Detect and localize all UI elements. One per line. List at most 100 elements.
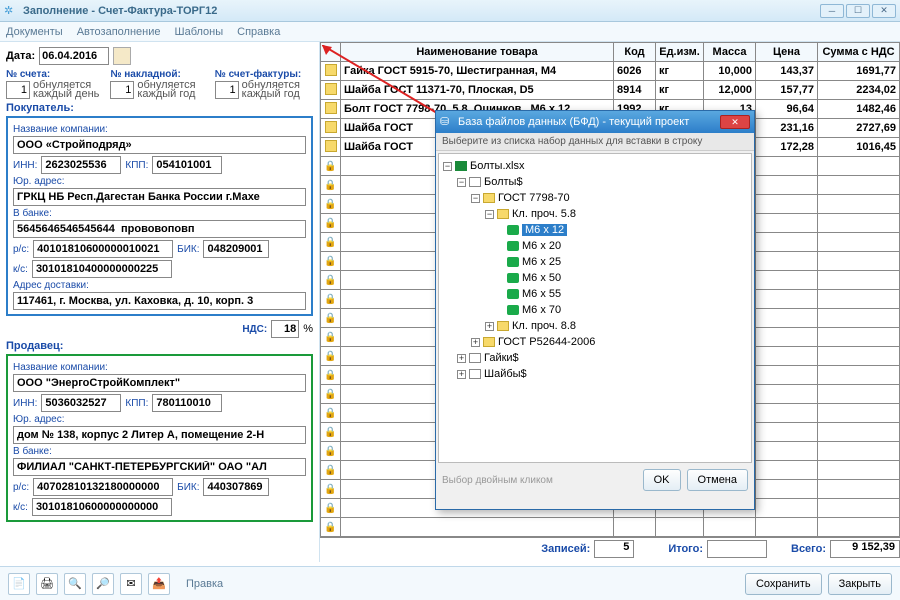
- dialog-tree[interactable]: −Болты.xlsx −Болты$ −ГОСТ 7798-70 −Кл. п…: [438, 153, 752, 463]
- menubar: Документы Автозаполнение Шаблоны Справка: [0, 22, 900, 42]
- table-row[interactable]: Шайба ГОСТ 11371-70, Плоская, D58914кг12…: [321, 81, 900, 100]
- tree-item[interactable]: М6 х 25: [443, 254, 747, 270]
- lock-icon: 🔒: [324, 237, 336, 248]
- col-mass[interactable]: Масса: [704, 43, 756, 62]
- tree-item[interactable]: М6 х 55: [443, 286, 747, 302]
- tool-mail-icon[interactable]: ✉: [120, 573, 142, 595]
- lock-icon: 🔒: [324, 218, 336, 229]
- pravka-link[interactable]: Правка: [186, 578, 223, 590]
- titlebar: ✲ Заполнение - Счет-Фактура-ТОРГ12 ─ ☐ ✕: [0, 0, 900, 22]
- lock-icon: 🔒: [324, 199, 336, 210]
- edit-icon[interactable]: [325, 102, 337, 114]
- tool-preview-icon[interactable]: 🔎: [92, 573, 114, 595]
- nakl-no-input[interactable]: [110, 81, 134, 99]
- acct-no-input[interactable]: [6, 81, 30, 99]
- seller-kpp-input[interactable]: [152, 394, 222, 412]
- date-picker-button[interactable]: [113, 47, 131, 65]
- app-icon: ✲: [4, 4, 18, 18]
- bottom-toolbar: 📄 🖨 🔍 🔎 ✉ 📤 Правка Сохранить Закрыть: [0, 566, 900, 600]
- buyer-heading: Покупатель:: [6, 102, 313, 114]
- lock-icon: 🔒: [324, 256, 336, 267]
- edit-icon[interactable]: [325, 140, 337, 152]
- date-input[interactable]: [39, 47, 109, 65]
- col-unit[interactable]: Ед.изм.: [656, 43, 704, 62]
- dialog-close-button[interactable]: ✕: [720, 115, 750, 129]
- tree-item[interactable]: М6 х 70: [443, 302, 747, 318]
- left-pane: Дата: № счета: обнуляетсякаждый день № н…: [0, 42, 320, 562]
- seller-addr-input[interactable]: [13, 426, 306, 444]
- seller-bik-input[interactable]: [203, 478, 269, 496]
- data-picker-dialog: ⛁ База файлов данных (БФД) - текущий про…: [435, 110, 755, 510]
- lock-icon: 🔒: [324, 275, 336, 286]
- tool-export-icon[interactable]: 📤: [148, 573, 170, 595]
- table-row[interactable]: Гайка ГОСТ 5915-70, Шестигранная, М46026…: [321, 62, 900, 81]
- edit-icon[interactable]: [325, 121, 337, 133]
- close-app-button[interactable]: Закрыть: [828, 573, 892, 595]
- buyer-bank-input[interactable]: [13, 220, 306, 238]
- buyer-ks-input[interactable]: [32, 260, 172, 278]
- buyer-kpp-input[interactable]: [152, 156, 222, 174]
- tool-print-icon[interactable]: 🖨: [36, 573, 58, 595]
- menu-documents[interactable]: Документы: [6, 26, 63, 38]
- item-icon: [507, 257, 519, 267]
- buyer-company-input[interactable]: [13, 136, 306, 154]
- seller-company-input[interactable]: [13, 374, 306, 392]
- tree-item[interactable]: М6 х 50: [443, 270, 747, 286]
- edit-icon[interactable]: [325, 64, 337, 76]
- lock-icon: 🔒: [324, 180, 336, 191]
- expand-icon[interactable]: +: [485, 322, 494, 331]
- close-button[interactable]: ✕: [872, 4, 896, 18]
- dialog-ok-button[interactable]: OK: [643, 469, 681, 491]
- item-icon: [507, 273, 519, 283]
- date-label: Дата:: [6, 50, 35, 62]
- lock-icon: 🔒: [324, 427, 336, 438]
- totals-row: Записей: 5 Итого: Всего: 9 152,39: [320, 537, 900, 559]
- sf-no-input[interactable]: [215, 81, 239, 99]
- lock-icon: 🔒: [324, 313, 336, 324]
- seller-ks-input[interactable]: [32, 498, 172, 516]
- save-button[interactable]: Сохранить: [745, 573, 822, 595]
- item-icon: [507, 241, 519, 251]
- item-icon: [507, 289, 519, 299]
- lock-icon: 🔒: [324, 446, 336, 457]
- sheet-icon: [469, 177, 481, 187]
- tool-search-icon[interactable]: 🔍: [64, 573, 86, 595]
- dialog-title: База файлов данных (БФД) - текущий проек…: [458, 116, 689, 128]
- lock-icon: 🔒: [324, 503, 336, 514]
- lock-icon: 🔒: [324, 370, 336, 381]
- lock-icon: 🔒: [324, 332, 336, 343]
- col-code[interactable]: Код: [614, 43, 656, 62]
- lock-icon: 🔒: [324, 408, 336, 419]
- seller-heading: Продавец:: [6, 340, 313, 352]
- lock-icon: 🔒: [324, 351, 336, 362]
- maximize-button[interactable]: ☐: [846, 4, 870, 18]
- nds-input[interactable]: [271, 320, 299, 338]
- dialog-cancel-button[interactable]: Отмена: [687, 469, 748, 491]
- menu-templates[interactable]: Шаблоны: [175, 26, 224, 38]
- seller-rs-input[interactable]: [33, 478, 173, 496]
- collapse-icon[interactable]: −: [443, 162, 452, 171]
- buyer-addr-input[interactable]: [13, 188, 306, 206]
- buyer-deliv-input[interactable]: [13, 292, 306, 310]
- seller-box: Название компании: ИНН:КПП: Юр. адрес: В…: [6, 354, 313, 522]
- tool-new-icon[interactable]: 📄: [8, 573, 30, 595]
- lock-icon: 🔒: [324, 465, 336, 476]
- tree-item[interactable]: М6 х 12: [443, 222, 747, 238]
- seller-bank-input[interactable]: [13, 458, 306, 476]
- folder-icon: [483, 193, 495, 203]
- seller-inn-input[interactable]: [41, 394, 121, 412]
- buyer-inn-input[interactable]: [41, 156, 121, 174]
- col-price[interactable]: Цена: [756, 43, 818, 62]
- minimize-button[interactable]: ─: [820, 4, 844, 18]
- col-name[interactable]: Наименование товара: [341, 43, 614, 62]
- buyer-rs-input[interactable]: [33, 240, 173, 258]
- table-row[interactable]: 🔒: [321, 518, 900, 537]
- buyer-bik-input[interactable]: [203, 240, 269, 258]
- menu-autofill[interactable]: Автозаполнение: [77, 26, 161, 38]
- lock-icon: 🔒: [324, 161, 336, 172]
- lock-icon: 🔒: [324, 522, 336, 533]
- col-sum[interactable]: Сумма с НДС: [818, 43, 900, 62]
- tree-item[interactable]: М6 х 20: [443, 238, 747, 254]
- edit-icon[interactable]: [325, 83, 337, 95]
- menu-help[interactable]: Справка: [237, 26, 280, 38]
